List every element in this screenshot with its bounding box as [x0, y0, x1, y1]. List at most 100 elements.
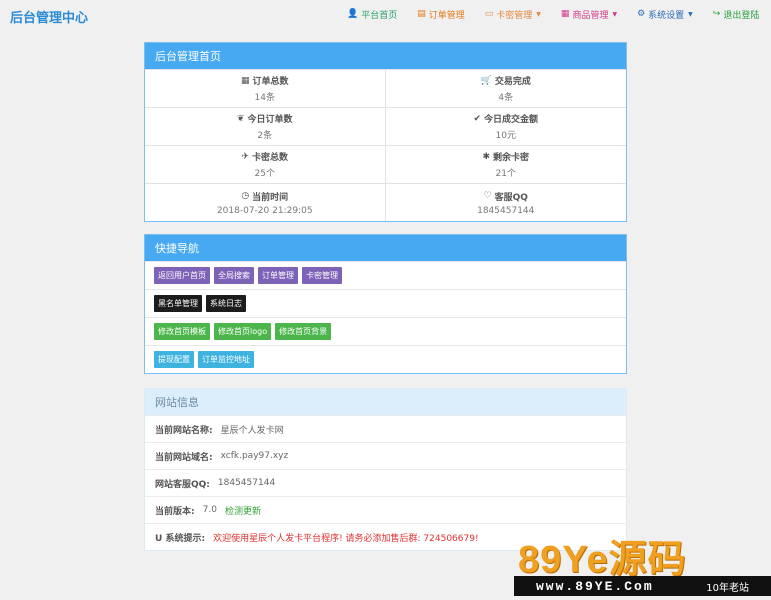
top-nav: 👤 平台首页 ▤ 订单管理 ▭ 卡密管理 ▼ ▦ 商品管理 ▼ ⚙ 系统设置 ▼ ↪ 退出登陆: [347, 0, 771, 28]
nav-item-label: 商品管理: [572, 10, 609, 21]
quicknav-row: 返回用户首页 全局搜索 订单管理 卡密管理: [145, 261, 626, 289]
stat-value: 25个: [254, 169, 275, 179]
siteinfo-title: 网站信息: [145, 389, 626, 415]
system-notice-label: 系统提示:: [165, 533, 206, 544]
stat-value: 2条: [257, 131, 273, 141]
watermark: 89Ye源码 www.89YE.Com 10年老站: [514, 528, 771, 600]
quicknav-button[interactable]: 全局搜索: [214, 267, 254, 284]
watermark-logo: 89Ye源码: [518, 539, 687, 581]
stat-value: 1845457144: [477, 205, 535, 216]
stats-grid: ▦ 订单总数 14条 🛒 交易完成 4条 ❦ 今日订单数 2条 ✔ 今日成交金额 10元 ✈ 卡密总数 25…: [145, 69, 626, 221]
nav-item-label: 平台首页: [361, 10, 398, 21]
quicknav-button[interactable]: 修改首页背景: [275, 323, 332, 340]
caret-down-icon: ▼: [612, 10, 618, 18]
gear-icon: ⚙: [637, 9, 646, 19]
nav-item-label: 退出登陆: [723, 10, 760, 21]
plane-icon: ✈: [241, 151, 250, 162]
site-qq-value: 1845457144: [217, 478, 276, 488]
stat-cell: ✔ 今日成交金额 10元: [385, 107, 626, 145]
nav-item-3[interactable]: ▦ 商品管理 ▼: [561, 8, 617, 21]
stat-label-wrap: ❦ 今日订单数: [236, 112, 293, 126]
watermark-tag: 10年老站: [706, 582, 749, 594]
stat-label: 客服QQ: [494, 192, 528, 203]
quicknav-button[interactable]: 修改首页logo: [214, 323, 272, 340]
heart-icon: ♡: [483, 191, 492, 201]
nav-item-4[interactable]: ⚙ 系统设置 ▼: [637, 8, 693, 21]
quicknav-button[interactable]: 订单管理: [258, 267, 298, 284]
site-qq-label: 网站客服QQ:: [155, 479, 210, 490]
site-version-row: 当前版本: 7.0 检测更新: [145, 496, 626, 523]
stat-label: 卡密总数: [252, 153, 289, 163]
stat-label: 订单总数: [252, 77, 289, 87]
quicknav-button[interactable]: 提现配置: [154, 351, 194, 368]
quicknav-button[interactable]: 卡密管理: [302, 267, 342, 284]
quicknav-row: 修改首页模板 修改首页logo 修改首页背景: [145, 317, 626, 345]
stat-cell: ❦ 今日订单数 2条: [145, 107, 386, 145]
user-icon: 👤: [347, 9, 359, 19]
stat-label: 今日成交金额: [484, 115, 539, 125]
quicknav-button[interactable]: 订单监控地址: [198, 351, 254, 368]
stat-cell: ▦ 订单总数 14条: [145, 69, 386, 107]
stat-label: 交易完成: [494, 77, 531, 87]
stat-value: 21个: [495, 169, 516, 179]
brand-title[interactable]: 后台管理中心: [10, 7, 88, 26]
quicknav-button[interactable]: 系统日志: [206, 295, 246, 312]
stat-label: 今日订单数: [247, 115, 293, 125]
quicknav-button[interactable]: 黑名单管理: [154, 295, 202, 312]
quicknav-button[interactable]: 修改首页模板: [154, 323, 210, 340]
system-notice-label-wrap: U 系统提示:: [155, 531, 205, 544]
grid-icon: ▦: [560, 9, 570, 19]
site-version-label: 当前版本:: [155, 506, 195, 517]
quicknav-button[interactable]: 返回用户首页: [154, 267, 210, 284]
stat-label-wrap: ♡ 客服QQ: [484, 190, 528, 203]
nav-item-1[interactable]: ▤ 订单管理: [417, 8, 465, 21]
stat-cell: ✈ 卡密总数 25个: [145, 145, 386, 183]
stat-cell: ✱ 剩余卡密 21个: [385, 145, 626, 183]
stat-value: 2018-07-20 21:29:05: [216, 205, 313, 216]
stat-label-wrap: ◷ 当前时间: [241, 190, 288, 203]
leaf-icon: ❦: [236, 113, 245, 124]
nav-item-0[interactable]: 👤 平台首页: [347, 8, 397, 21]
nav-item-2[interactable]: ▭ 卡密管理 ▼: [485, 8, 541, 21]
card-icon: ▭: [484, 9, 494, 19]
asterisk-icon: ✱: [482, 151, 491, 162]
nav-item-label: 系统设置: [648, 10, 685, 21]
site-version-value: 7.0: [202, 505, 217, 515]
stat-label-wrap: 🛒 交易完成: [480, 74, 531, 88]
stat-label-wrap: ✈ 卡密总数: [241, 150, 289, 164]
stat-value: 10元: [495, 131, 516, 141]
quicknav-panel: 快捷导航 返回用户首页 全局搜索 订单管理 卡密管理 黑名单管理 系统日志 修改首页模板 修改…: [144, 234, 627, 374]
site-domain-label: 当前网站域名:: [155, 452, 213, 463]
cart-icon: 🛒: [480, 75, 492, 86]
check-update-link[interactable]: 检测更新: [225, 504, 261, 517]
stat-value: 4条: [498, 93, 514, 103]
system-notice-text: 欢迎使用星辰个人发卡平台程序! 请务必添加售后群: 724506679!: [213, 533, 479, 544]
check-icon: ✔: [473, 113, 482, 124]
site-domain-value: xcfk.pay97.xyz: [220, 451, 289, 461]
caret-down-icon: ▼: [688, 10, 693, 18]
stat-value: 14条: [254, 93, 275, 103]
quicknav-row: 提现配置 订单监控地址: [145, 345, 626, 373]
grid-icon: ▦: [240, 75, 250, 86]
stat-cell: ♡ 客服QQ 1845457144: [385, 183, 626, 221]
stat-label: 当前时间: [252, 192, 289, 203]
quicknav-title: 快捷导航: [145, 235, 626, 261]
stat-label: 剩余卡密: [493, 153, 530, 163]
stat-cell: ◷ 当前时间 2018-07-20 21:29:05: [145, 183, 386, 221]
stat-label-wrap: ▦ 订单总数: [240, 74, 289, 88]
site-name-row: 当前网站名称: 星辰个人发卡网: [145, 415, 626, 442]
quicknav-row: 黑名单管理 系统日志: [145, 289, 626, 317]
dashboard-title: 后台管理首页: [145, 43, 626, 69]
nav-item-5[interactable]: ↪ 退出登陆: [713, 8, 760, 21]
dashboard-panel: 后台管理首页 ▦ 订单总数 14条 🛒 交易完成 4条 ❦ 今日订单数 2条 ✔ 今日成交金额 10元…: [144, 42, 627, 222]
watermark-bar: www.89YE.Com 10年老站: [514, 576, 771, 596]
site-name-value: 星辰个人发卡网: [220, 425, 284, 436]
stat-label-wrap: ✔ 今日成交金额: [473, 112, 539, 126]
caret-down-icon: ▼: [536, 10, 541, 18]
site-qq-row: 网站客服QQ: 1845457144: [145, 469, 626, 496]
nav-item-label: 卡密管理: [496, 10, 533, 21]
watermark-url: www.89YE.Com: [536, 578, 654, 594]
site-name-label: 当前网站名称:: [155, 425, 213, 436]
siteinfo-panel: 网站信息 当前网站名称: 星辰个人发卡网 当前网站域名: xcfk.pay97.…: [144, 388, 627, 551]
nav-item-label: 订单管理: [428, 10, 465, 21]
